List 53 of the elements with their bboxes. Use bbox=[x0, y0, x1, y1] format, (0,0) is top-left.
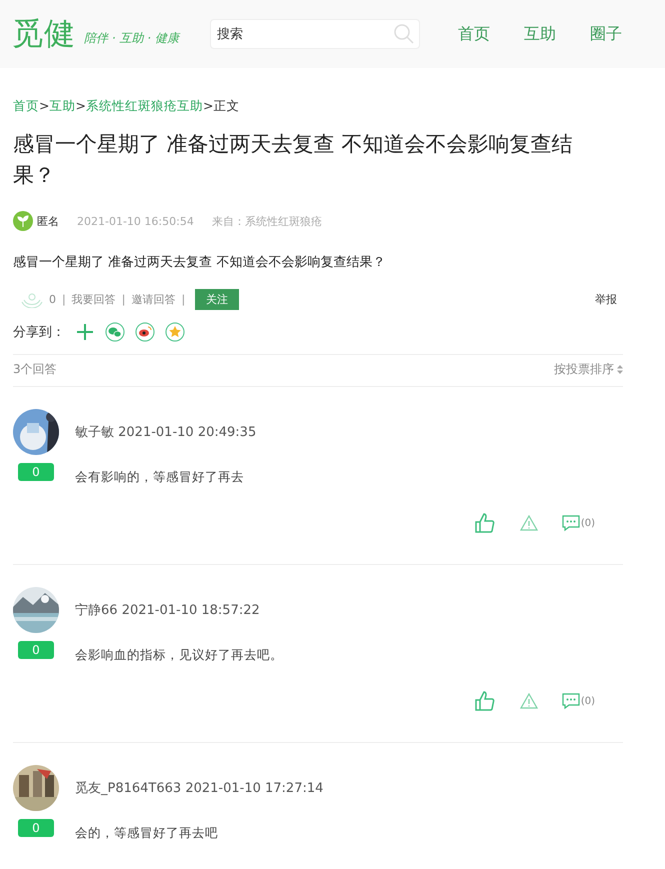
search-icon[interactable] bbox=[393, 23, 415, 45]
thumbs-up-icon[interactable] bbox=[474, 512, 496, 534]
answer-author: 宁静66 2021-01-10 18:57:22 bbox=[75, 602, 261, 619]
author-name[interactable]: 匿名 bbox=[37, 214, 59, 228]
nav-link[interactable]: 圈子 bbox=[590, 24, 622, 44]
nav-link[interactable]: 首页 bbox=[458, 24, 490, 44]
chat-bubbles-icon[interactable] bbox=[105, 322, 125, 342]
answer-text: 会的，等感冒好了再去吧 bbox=[75, 825, 219, 842]
action-link[interactable]: 邀请回答 bbox=[131, 292, 176, 307]
logo[interactable]: 觅健 bbox=[12, 13, 76, 55]
comment-button[interactable]: (0) bbox=[562, 514, 595, 532]
post-source: 来自：系统性红斑狼疮 bbox=[212, 214, 322, 228]
thumbs-up-icon[interactable] bbox=[474, 690, 496, 712]
separator: | bbox=[62, 293, 66, 306]
vote-count[interactable]: 0 bbox=[18, 641, 54, 659]
breadcrumb-link[interactable]: 首页 bbox=[13, 98, 39, 115]
answer-text: 会影响血的指标，见议好了再去吧。 bbox=[75, 647, 284, 664]
comment-button[interactable]: (0) bbox=[562, 692, 595, 710]
vote-count[interactable]: 0 bbox=[18, 819, 54, 837]
warning-icon[interactable] bbox=[520, 515, 538, 531]
answer-count: 3个回答 bbox=[13, 361, 57, 378]
sprout-avatar-icon bbox=[13, 211, 33, 231]
separator: | bbox=[122, 293, 126, 306]
breadcrumb-current: 正文 bbox=[213, 98, 240, 115]
search-field[interactable]: 搜索 bbox=[210, 19, 420, 49]
answer-text: 会有影响的，等感冒好了再去 bbox=[75, 469, 245, 486]
comment-icon bbox=[562, 514, 580, 532]
vote-count[interactable]: 0 bbox=[18, 463, 54, 481]
slogan: 陪伴 · 互助 · 健康 bbox=[84, 30, 182, 46]
sort-icon bbox=[617, 365, 623, 374]
eye-icon[interactable] bbox=[135, 322, 155, 342]
follow-count: 0 bbox=[49, 293, 56, 306]
sort-dropdown[interactable]: 按投票排序 bbox=[554, 361, 623, 378]
warning-icon[interactable] bbox=[520, 693, 538, 709]
breadcrumb-link[interactable]: 系统性红斑狼疮互助 bbox=[86, 98, 203, 115]
breadcrumb-separator: > bbox=[39, 98, 50, 115]
breadcrumb-separator: > bbox=[202, 98, 214, 115]
comment-icon bbox=[562, 692, 580, 710]
nav-link[interactable]: 互助 bbox=[524, 24, 556, 44]
question-title: 感冒一个星期了 准备过两天去复查 不知道会不会影响复查结果？ bbox=[13, 131, 574, 189]
follow-button[interactable]: 关注 bbox=[195, 289, 240, 310]
question-body: 感冒一个星期了 准备过两天去复查 不知道会不会影响复查结果？ bbox=[13, 254, 386, 271]
answer-author: 觅友_P8164T663 2021-01-10 17:27:14 bbox=[75, 780, 324, 797]
breadcrumb-link[interactable]: 互助 bbox=[49, 98, 76, 115]
action-link[interactable]: 我要回答 bbox=[72, 292, 116, 307]
plus-icon[interactable] bbox=[75, 322, 95, 342]
report-link[interactable]: 举报 bbox=[595, 292, 617, 307]
post-time: 2021-01-10 16:50:54 bbox=[77, 214, 194, 228]
share-label: 分享到： bbox=[13, 324, 65, 341]
answer-author: 敏子敏 2021-01-10 20:49:35 bbox=[75, 424, 258, 441]
separator: | bbox=[181, 293, 186, 306]
breadcrumb-separator: > bbox=[75, 98, 86, 115]
signal-icon[interactable] bbox=[21, 292, 43, 308]
